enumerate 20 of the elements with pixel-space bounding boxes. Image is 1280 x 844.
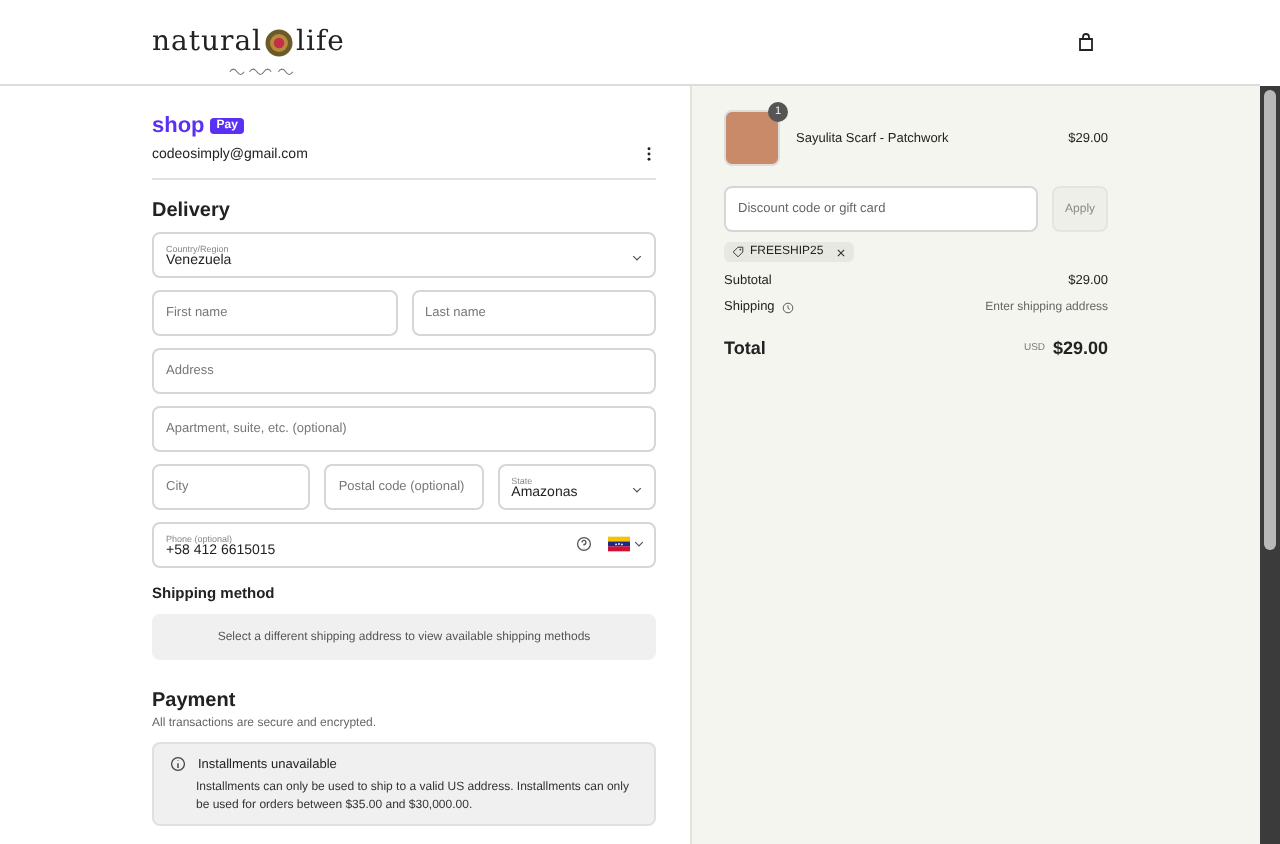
flower-logo-icon	[264, 27, 295, 57]
caret-icon[interactable]	[632, 254, 642, 262]
section-heading: Delivery	[152, 200, 232, 222]
info-icon[interactable]	[782, 301, 795, 313]
scrollbar[interactable]	[1260, 86, 1280, 844]
shopping-bag-icon[interactable]	[1076, 32, 1096, 52]
shop-pay-logo: shop	[152, 114, 205, 138]
total-label: Total	[724, 338, 766, 358]
close-icon[interactable]	[835, 247, 846, 257]
total-amount: $29.00	[1053, 338, 1109, 358]
brand-name: life	[296, 26, 345, 58]
caret-icon[interactable]	[631, 486, 642, 494]
info-icon	[170, 756, 186, 772]
help-icon[interactable]	[576, 536, 592, 552]
tag-icon	[732, 246, 744, 258]
section-heading: Payment	[152, 690, 238, 712]
flag-icon[interactable]	[608, 536, 630, 552]
more-options-icon[interactable]	[646, 146, 652, 162]
brand-name: natural	[152, 26, 263, 58]
caret-icon[interactable]	[634, 540, 644, 548]
